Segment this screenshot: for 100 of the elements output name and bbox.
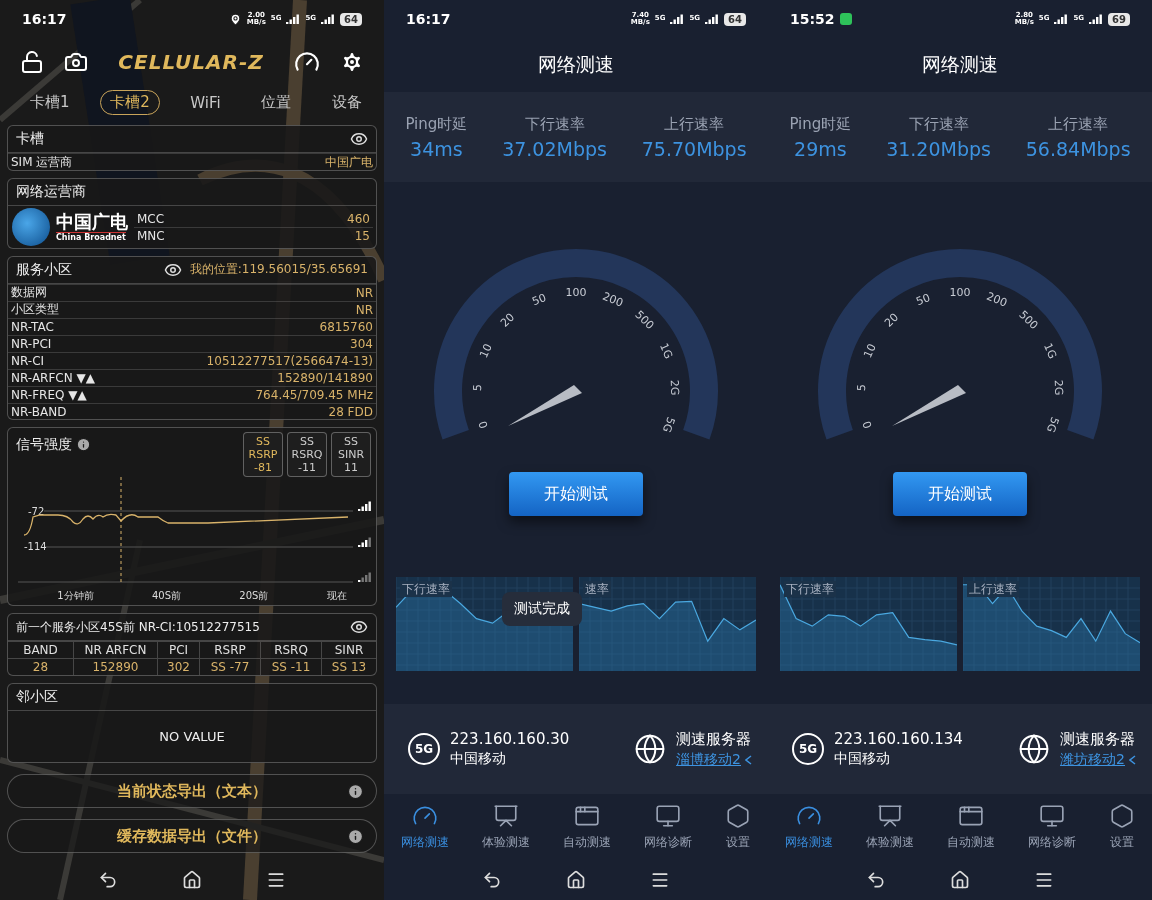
row-value: 28 FDD xyxy=(328,404,373,419)
start-test-button[interactable]: 开始测试 xyxy=(509,472,643,516)
signal-icon xyxy=(358,572,371,582)
home-icon[interactable] xyxy=(182,870,202,890)
graph-label: 下行速率 xyxy=(400,581,452,597)
caret-icon[interactable] xyxy=(745,754,752,765)
back-icon[interactable] xyxy=(866,870,886,890)
export-button[interactable]: 当前状态导出（文本） xyxy=(7,774,377,809)
monitor-icon xyxy=(655,802,682,829)
metric-value: 31.20Mbps xyxy=(886,137,991,160)
signal-icon xyxy=(358,501,371,511)
graph-label: 速率 xyxy=(583,581,611,597)
clock-time: 15:52 xyxy=(790,11,835,27)
metric-label: 下行速率 xyxy=(524,114,585,134)
row-value: 152890/141890 xyxy=(277,370,373,385)
signal-metric-badge[interactable]: SS SINR 11 xyxy=(331,431,371,477)
signal-icon xyxy=(286,14,301,24)
hexagon-settings-icon xyxy=(725,802,752,829)
metric-value: 75.70Mbps xyxy=(641,137,747,160)
hexagon-settings-icon xyxy=(1109,802,1136,829)
nav-tab[interactable]: 体验测速 xyxy=(481,802,530,851)
nav-tab[interactable]: 网络诊断 xyxy=(1028,802,1077,851)
row-label: NR-ARFCN ▼▲ xyxy=(11,370,95,385)
row-label: 数据网 xyxy=(11,284,47,302)
row-value: NR xyxy=(355,285,373,300)
location-text: 我的位置:119.56015/35.65691 xyxy=(189,261,368,279)
app-logo: CELLULAR-Z xyxy=(117,49,265,74)
axis-label: 现在 xyxy=(326,588,347,603)
tab[interactable]: 卡槽1 xyxy=(20,90,80,116)
nav-tab[interactable]: 自动测速 xyxy=(946,802,995,851)
row-label: 小区类型 xyxy=(11,301,59,319)
chart-board-icon xyxy=(492,802,519,829)
table-cell: SS 13 xyxy=(322,658,376,675)
card-title: 服务小区 xyxy=(16,260,72,279)
monitor-icon xyxy=(1039,802,1066,829)
menu-icon[interactable] xyxy=(650,870,670,890)
signal-chart: -72 -114 xyxy=(8,476,376,585)
back-icon[interactable] xyxy=(98,870,118,890)
table-cell: SS -11 xyxy=(261,658,322,675)
row-label: NR-BAND xyxy=(11,404,67,419)
column-header: BAND xyxy=(8,641,74,659)
export-button[interactable]: 缓存数据导出（文件） xyxy=(7,819,377,853)
nav-tab[interactable]: 网络测速 xyxy=(400,802,449,851)
server-link[interactable]: 潍坊移动2 xyxy=(1060,750,1125,769)
page-title: 网络测速 xyxy=(921,52,999,77)
column-header: RSRP xyxy=(200,641,261,659)
nav-tab[interactable]: 设置 xyxy=(1109,802,1136,851)
card-title: 卡槽 xyxy=(16,130,44,149)
signal-metric-badge[interactable]: SS RSRP -81 xyxy=(243,431,283,477)
tab[interactable]: 设备 xyxy=(321,90,372,116)
info-icon[interactable] xyxy=(76,437,91,453)
info-icon[interactable] xyxy=(347,827,364,845)
nav-tab[interactable]: 网络诊断 xyxy=(644,802,693,851)
signal-icon xyxy=(358,537,371,547)
metric-label: 上行速率 xyxy=(1048,114,1109,134)
row-label: NR-FREQ ▼▲ xyxy=(11,387,87,402)
row-value: 6815760 xyxy=(319,319,373,334)
tab[interactable]: WiFi xyxy=(180,90,231,115)
network-badge: 5G xyxy=(792,733,824,765)
battery-indicator: 69 xyxy=(1108,12,1130,26)
tab[interactable]: 位置 xyxy=(251,90,302,116)
signal-icon xyxy=(705,14,720,24)
back-icon[interactable] xyxy=(482,870,502,890)
row-label: NR-PCI xyxy=(11,336,52,351)
ip-address: 223.160.160.30 xyxy=(450,730,570,748)
metric-value: 56.84Mbps xyxy=(1025,137,1131,160)
chart-board-icon xyxy=(876,802,903,829)
start-test-button[interactable]: 开始测试 xyxy=(893,472,1027,516)
row-label: SIM 运营商 xyxy=(11,153,73,171)
unlock-icon[interactable] xyxy=(20,49,44,74)
nav-tab[interactable]: 设置 xyxy=(725,802,752,851)
caret-icon[interactable] xyxy=(1129,754,1136,765)
column-header: SINR xyxy=(322,641,376,659)
signal-icon xyxy=(321,14,336,24)
nav-tab[interactable]: 体验测速 xyxy=(865,802,914,851)
location-pin-icon xyxy=(228,12,242,26)
operator-subtitle: China Broadnet xyxy=(56,231,126,243)
ip-address: 223.160.160.134 xyxy=(834,730,963,748)
row-label: NR-TAC xyxy=(11,319,54,334)
menu-icon[interactable] xyxy=(1034,870,1054,890)
clock-time: 16:17 xyxy=(406,11,451,27)
column-header: NR ARFCN xyxy=(74,641,158,659)
signal-metric-badge[interactable]: SS RSRQ -11 xyxy=(287,431,327,477)
graph-label: 上行速率 xyxy=(967,581,1019,597)
server-title: 测速服务器 xyxy=(676,729,752,749)
metric-label: 下行速率 xyxy=(908,114,969,134)
menu-icon[interactable] xyxy=(266,870,286,890)
table-cell: SS -77 xyxy=(200,658,261,675)
nav-tab[interactable]: 自动测速 xyxy=(562,802,611,851)
card-title: 邻小区 xyxy=(16,687,58,706)
row-value: 15 xyxy=(354,228,370,243)
signal-icon xyxy=(1089,14,1104,24)
info-icon[interactable] xyxy=(347,782,364,800)
home-icon[interactable] xyxy=(566,870,586,890)
server-link[interactable]: 淄博移动2 xyxy=(676,750,741,769)
row-value: 10512277517(2566474-13) xyxy=(206,353,373,368)
column-header: PCI xyxy=(158,641,200,659)
nav-tab[interactable]: 网络测速 xyxy=(784,802,833,851)
carrier-name: 中国移动 xyxy=(450,750,507,768)
home-icon[interactable] xyxy=(950,870,970,890)
